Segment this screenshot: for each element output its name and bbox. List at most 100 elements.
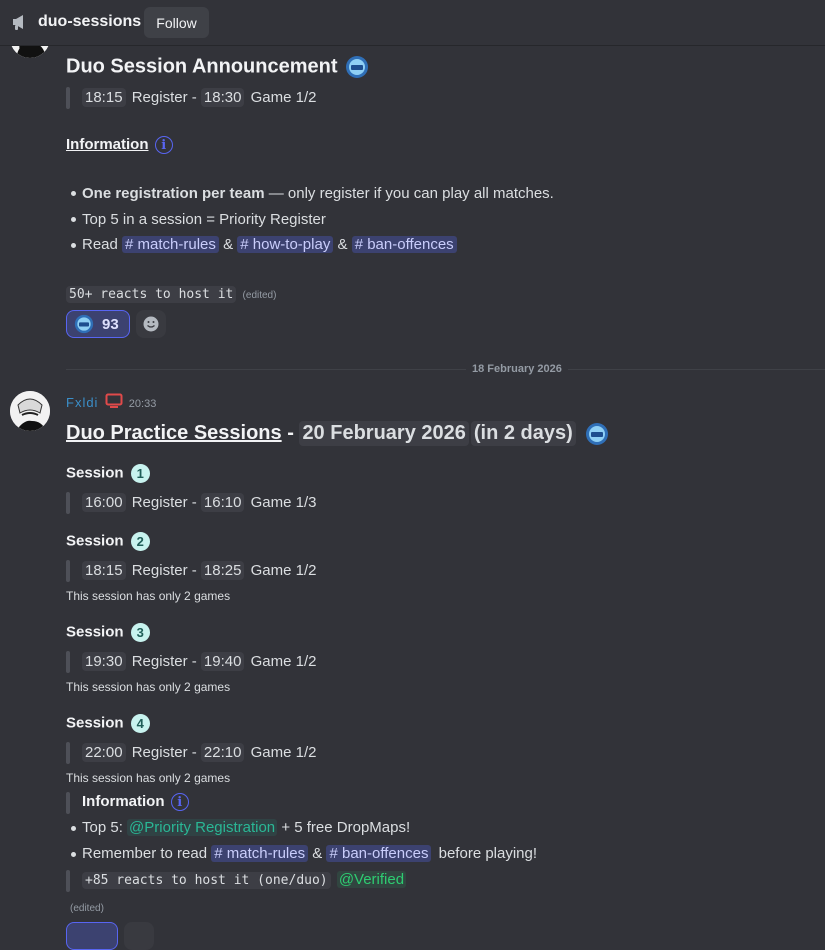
timestamp[interactable]: 19:40 [200, 652, 245, 671]
info-heading: Information i [82, 793, 189, 812]
list-item: Read # match-rules & # how-to-play & # b… [82, 236, 457, 253]
bullet [71, 191, 76, 196]
register-text: Register - [131, 494, 197, 511]
game-text: Game 1/2 [250, 562, 317, 579]
session-label: Session [66, 532, 124, 550]
info-heading: Information i [66, 136, 173, 155]
bullet [71, 826, 76, 831]
session-label: Session [66, 714, 124, 732]
quote-bar [66, 492, 70, 514]
session-label: Session [66, 623, 124, 641]
code-note: 50+ reacts to host it (edited) [66, 285, 276, 303]
ampersand: & [337, 236, 348, 253]
list-item: One registration per team — only registe… [82, 185, 554, 202]
list-item: Remember to read # match-rules & # ban-o… [82, 845, 537, 862]
session-time-line: 18:15 Register - 18:30 Game 1/2 [82, 88, 317, 107]
channel-mention-label: ban-offences [367, 236, 454, 253]
info-heading-label: Information [82, 793, 165, 810]
message-header: Fxldi 20:33 [66, 393, 156, 411]
remember-suffix: before playing! [438, 845, 538, 862]
list-item: Top 5: @Priority Registration + 5 free D… [82, 819, 410, 836]
add-reaction-button[interactable] [136, 310, 166, 338]
message-title: Duo Practice Sessions - 20 February 2026… [66, 421, 609, 446]
avatar[interactable] [10, 391, 50, 431]
ampersand: & [312, 845, 323, 862]
date-timestamp[interactable]: 20 February 2026 [299, 421, 469, 446]
info-icon: i [170, 793, 189, 812]
timestamp[interactable]: 18:15 [82, 88, 126, 107]
session-heading: Session 4 [66, 714, 150, 733]
author-name[interactable]: Fxldi [66, 395, 98, 410]
megaphone-icon [13, 15, 23, 30]
register-text: Register - [131, 744, 197, 761]
list-item-text: Top 5 in a session = Priority Register [82, 211, 326, 228]
session-heading: Session 1 [66, 464, 150, 483]
game-text: Game 1/2 [250, 744, 317, 761]
title-dash: - [281, 422, 300, 444]
session-note: This session has only 2 games [66, 589, 231, 603]
add-reaction-button[interactable] [124, 922, 154, 950]
channel-mention-match-rules[interactable]: # match-rules [211, 845, 309, 862]
bullet [71, 217, 76, 222]
relative-timestamp[interactable]: (in 2 days) [470, 421, 576, 446]
register-text: Register - [131, 562, 197, 579]
session-number-badge: 3 [130, 623, 150, 642]
timestamp[interactable]: 18:25 [200, 561, 245, 580]
date-divider-line [66, 369, 466, 370]
register-text: Register - [131, 653, 197, 670]
session-label: Session [66, 464, 124, 482]
channel-mention-match-rules[interactable]: # match-rules [122, 236, 219, 253]
channel-mention-label: how-to-play [252, 236, 331, 253]
timestamp[interactable]: 22:10 [200, 743, 245, 762]
info-heading-label: Information [66, 136, 149, 153]
session-time-line: 22:00 Register - 22:10 Game 1/2 [82, 743, 317, 762]
edited-label: (edited) [70, 903, 104, 914]
code-note: +85 reacts to host it (one/duo) @Verifie… [82, 871, 407, 889]
timestamp[interactable]: 18:30 [200, 88, 245, 107]
hash-icon: # [329, 845, 342, 862]
list-item-text: — only register if you can play all matc… [264, 185, 554, 202]
game-text: Game 1/2 [250, 89, 317, 106]
timestamp[interactable]: 19:30 [82, 652, 126, 671]
date-divider: 18 February 2026 [472, 363, 562, 375]
bullet [71, 852, 76, 857]
channel-header: duo-sessions Follow [0, 0, 825, 46]
date-divider-line [568, 369, 825, 370]
message-timestamp[interactable]: 20:33 [129, 398, 157, 410]
session-number-badge: 4 [130, 714, 150, 733]
quote-bar [66, 560, 70, 582]
timestamp[interactable]: 16:10 [200, 493, 245, 512]
elo-cup-emoji-icon [586, 422, 609, 445]
session-number-badge: 2 [130, 532, 150, 551]
channel-name[interactable]: duo-sessions [38, 13, 141, 31]
channel-mention-ban-offences[interactable]: # ban-offences [326, 845, 432, 862]
session-time-line: 16:00 Register - 16:10 Game 1/3 [82, 493, 317, 512]
hash-icon: # [125, 236, 138, 253]
quote-bar [66, 651, 70, 673]
channel-mention-label: match-rules [137, 236, 216, 253]
ampersand: & [223, 236, 234, 253]
channel-mention-ban-offences[interactable]: # ban-offences [351, 236, 457, 253]
session-note: This session has only 2 games [66, 771, 231, 785]
announcement-title: Duo Session Announcement [66, 55, 338, 78]
message-title: Duo Session Announcement [66, 55, 369, 79]
remember-text: Remember to read [82, 845, 208, 862]
channel-mention-label: match-rules [226, 845, 306, 862]
info-icon: i [154, 136, 173, 155]
channel-mention-how-to-play[interactable]: # how-to-play [237, 236, 334, 253]
title-link[interactable]: Duo Practice Sessions [66, 422, 282, 444]
session-heading: Session 2 [66, 532, 150, 551]
avatar-image [10, 391, 50, 431]
role-mention-verified[interactable]: @Verified [336, 871, 407, 888]
session-number-badge: 1 [130, 464, 150, 483]
reaction-button[interactable]: 93 [66, 310, 130, 338]
read-text: Read [82, 236, 118, 253]
timestamp[interactable]: 18:15 [82, 561, 126, 580]
hash-icon: # [240, 236, 253, 253]
follow-button[interactable]: Follow [144, 7, 209, 38]
hash-icon: # [354, 236, 368, 253]
timestamp[interactable]: 16:00 [82, 493, 126, 512]
timestamp[interactable]: 22:00 [82, 743, 126, 762]
reaction-button[interactable] [66, 922, 118, 950]
role-mention-priority[interactable]: @Priority Registration [127, 819, 278, 836]
